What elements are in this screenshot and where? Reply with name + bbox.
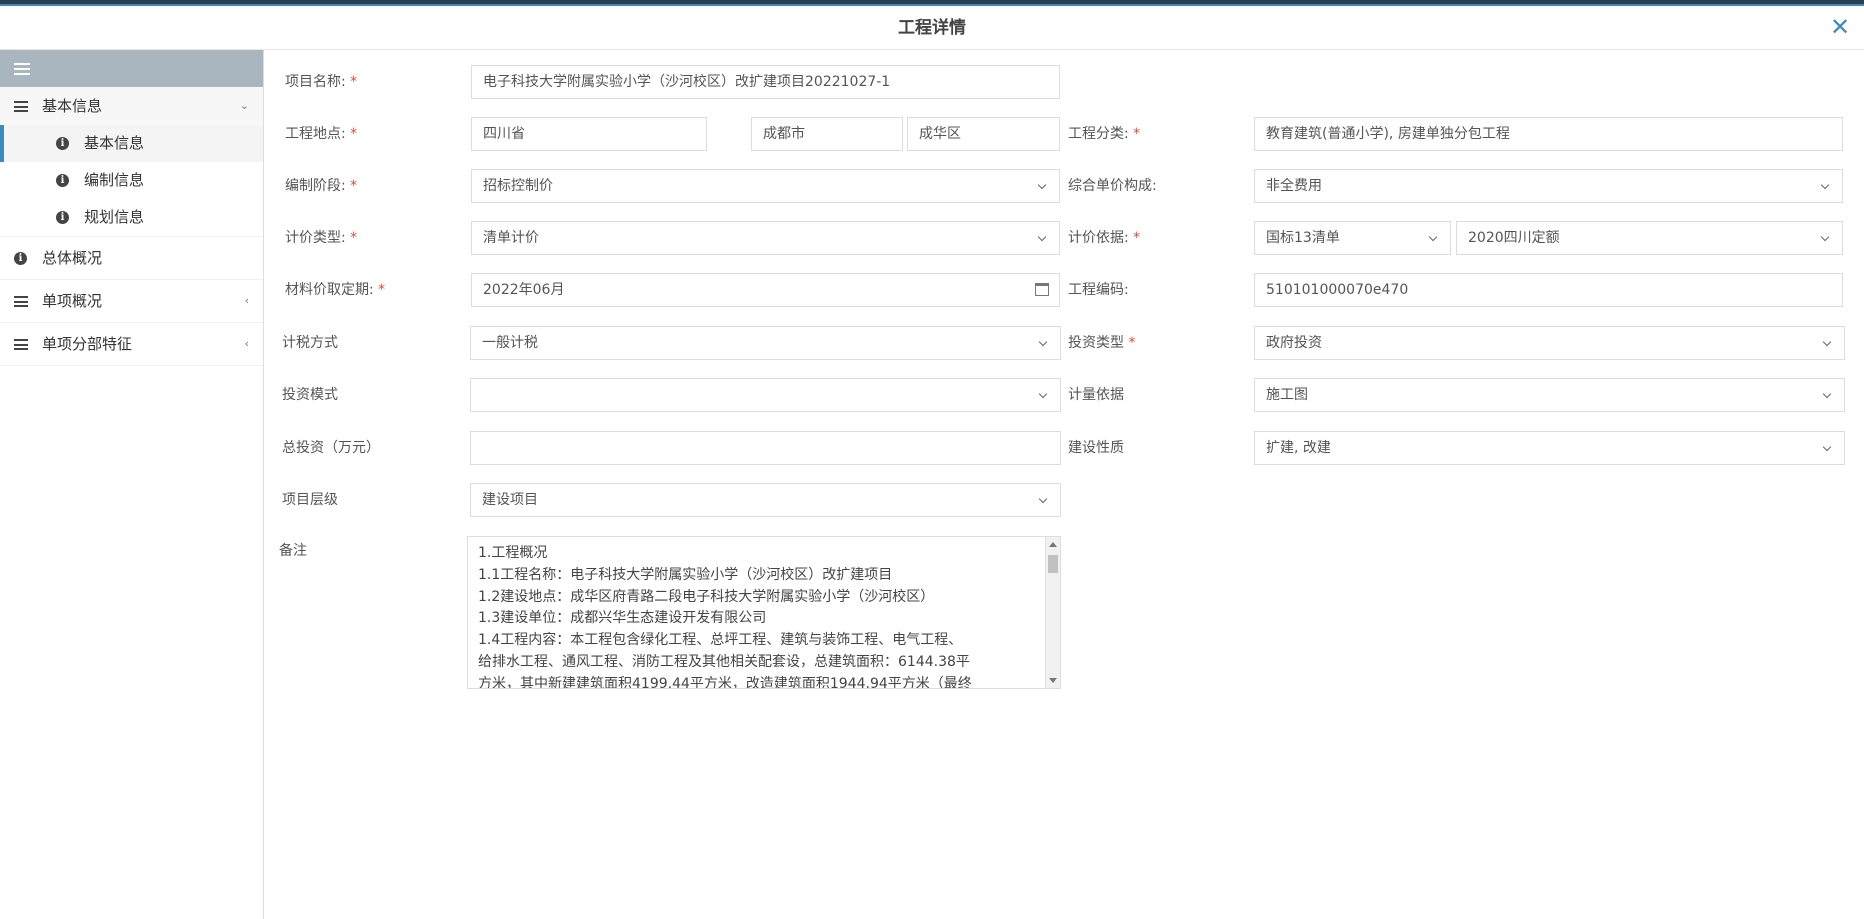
- remark-line: 1.3建设单位：成都兴华生态建设开发有限公司: [478, 610, 767, 627]
- sidebar-item-basic-info[interactable]: 基本信息 ⌄: [0, 87, 263, 125]
- tax-method-select[interactable]: 一般计税: [470, 326, 1061, 360]
- chevron-down-icon: ⌄: [239, 99, 249, 112]
- sidebar-subitem-compile-info[interactable]: i 编制信息: [0, 162, 263, 199]
- remark-line: 1.2建设地点：成华区府青路二段电子科技大学附属实验小学（沙河校区）: [478, 588, 935, 605]
- sidebar-item-label: 单项概况: [42, 292, 103, 310]
- measure-basis-select[interactable]: 施工图: [1254, 378, 1845, 412]
- sidebar-subitem-label: 编制信息: [84, 171, 145, 189]
- pricing-basis-select-1[interactable]: 国标13清单: [1254, 221, 1451, 255]
- location-label: 工程地点: *: [285, 126, 358, 142]
- close-icon[interactable]: ✕: [1828, 15, 1852, 40]
- info-icon: i: [14, 252, 27, 265]
- measure-basis-label: 计量依据: [1068, 387, 1124, 403]
- modal-header: 工程详情 ✕: [0, 6, 1864, 50]
- sidebar-item-single-features[interactable]: 单项分部特征 ‹: [0, 323, 263, 366]
- project-name-label: 项目名称: *: [285, 74, 358, 90]
- hamburger-icon: [14, 63, 30, 75]
- category-input[interactable]: 教育建筑(普通小学), 房建单独分包工程: [1254, 117, 1843, 151]
- pricing-type-select[interactable]: 清单计价: [471, 221, 1060, 255]
- sidebar-item-label: 总体概况: [42, 249, 103, 267]
- sidebar-subitem-plan-info[interactable]: i 规划信息: [0, 199, 263, 237]
- stage-select[interactable]: 招标控制价: [471, 169, 1060, 203]
- invest-mode-label: 投资模式: [282, 387, 338, 403]
- sidebar-item-single-overview[interactable]: 单项概况 ‹: [0, 280, 263, 323]
- info-icon: i: [56, 211, 69, 224]
- total-invest-input[interactable]: [470, 431, 1061, 465]
- sidebar: 基本信息 ⌄ i 基本信息 i 编制信息 i 规划信息 i 总体概况 单项概况 …: [0, 50, 264, 919]
- material-date-label: 材料价取定期: *: [285, 282, 386, 298]
- build-nature-select[interactable]: 扩建, 改建: [1254, 431, 1845, 465]
- city-input[interactable]: 成都市: [751, 117, 903, 151]
- scroll-up-icon[interactable]: [1049, 542, 1057, 547]
- chevron-left-icon: ‹: [244, 294, 249, 307]
- info-icon: i: [56, 137, 69, 150]
- sidebar-item-label: 基本信息: [42, 97, 103, 115]
- material-date-input[interactable]: 2022年06月: [471, 273, 1060, 307]
- form-area: 项目名称: * 电子科技大学附属实验小学（沙河校区）改扩建项目20221027-…: [264, 50, 1864, 919]
- pricing-basis-label: 计价依据: *: [1068, 230, 1141, 246]
- modal-title: 工程详情: [898, 18, 966, 38]
- project-code-input[interactable]: 510101000070e470: [1254, 273, 1843, 307]
- sidebar-item-overview[interactable]: i 总体概况: [0, 237, 263, 280]
- remark-label: 备注: [279, 543, 307, 559]
- invest-type-select[interactable]: 政府投资: [1254, 326, 1845, 360]
- tax-method-label: 计税方式: [282, 335, 338, 351]
- remark-line: 1.1工程名称：电子科技大学附属实验小学（沙河校区）改扩建项目: [478, 566, 893, 583]
- pricing-type-label: 计价类型: *: [285, 230, 358, 246]
- level-select[interactable]: 建设项目: [470, 483, 1061, 517]
- remark-textarea[interactable]: 1.工程概况 1.1工程名称：电子科技大学附属实验小学（沙河校区）改扩建项目 1…: [467, 536, 1061, 689]
- list-icon: [14, 339, 28, 350]
- district-input[interactable]: 成华区: [907, 117, 1060, 151]
- sidebar-toggle-button[interactable]: [0, 50, 263, 87]
- build-nature-label: 建设性质: [1068, 440, 1124, 456]
- province-input[interactable]: 四川省: [471, 117, 707, 151]
- stage-label: 编制阶段: *: [285, 178, 358, 194]
- sidebar-subitem-label: 基本信息: [84, 134, 145, 152]
- chevron-left-icon: ‹: [244, 337, 249, 350]
- scroll-thumb[interactable]: [1048, 555, 1058, 573]
- project-code-label: 工程编码:: [1068, 282, 1129, 298]
- remark-line: 给排水工程、通风工程、消防工程及其他相关配套设，总建筑面积：6144.38平: [478, 653, 970, 670]
- list-icon: [14, 296, 28, 307]
- invest-type-label: 投资类型 *: [1068, 335, 1136, 351]
- category-label: 工程分类: *: [1068, 126, 1141, 142]
- info-icon: i: [56, 174, 69, 187]
- pricing-basis-select-2[interactable]: 2020四川定额: [1456, 221, 1843, 255]
- unit-price-label: 综合单价构成:: [1068, 178, 1157, 194]
- remark-line: 方米，其中新建建筑面积4199.44平方米，改造建筑面积1944.94平方米（最…: [478, 675, 972, 689]
- calendar-icon[interactable]: [1035, 283, 1049, 296]
- scroll-down-icon[interactable]: [1049, 678, 1057, 683]
- material-date-value: 2022年06月: [483, 282, 565, 298]
- sidebar-subitem-label: 规划信息: [84, 208, 145, 226]
- sidebar-subitem-basic-info[interactable]: i 基本信息: [0, 125, 263, 162]
- remark-scrollbar[interactable]: [1045, 537, 1060, 688]
- remark-line: 1.工程概况: [478, 545, 548, 561]
- total-invest-label: 总投资（万元）: [282, 440, 380, 456]
- project-name-input[interactable]: 电子科技大学附属实验小学（沙河校区）改扩建项目20221027-1: [471, 65, 1060, 99]
- invest-mode-select[interactable]: [470, 378, 1061, 412]
- level-label: 项目层级: [282, 492, 338, 508]
- unit-price-select[interactable]: 非全费用: [1254, 169, 1843, 203]
- list-icon: [14, 101, 28, 112]
- remark-line: 1.4工程内容：本工程包含绿化工程、总坪工程、建筑与装饰工程、电气工程、: [478, 632, 963, 649]
- sidebar-item-label: 单项分部特征: [42, 335, 133, 353]
